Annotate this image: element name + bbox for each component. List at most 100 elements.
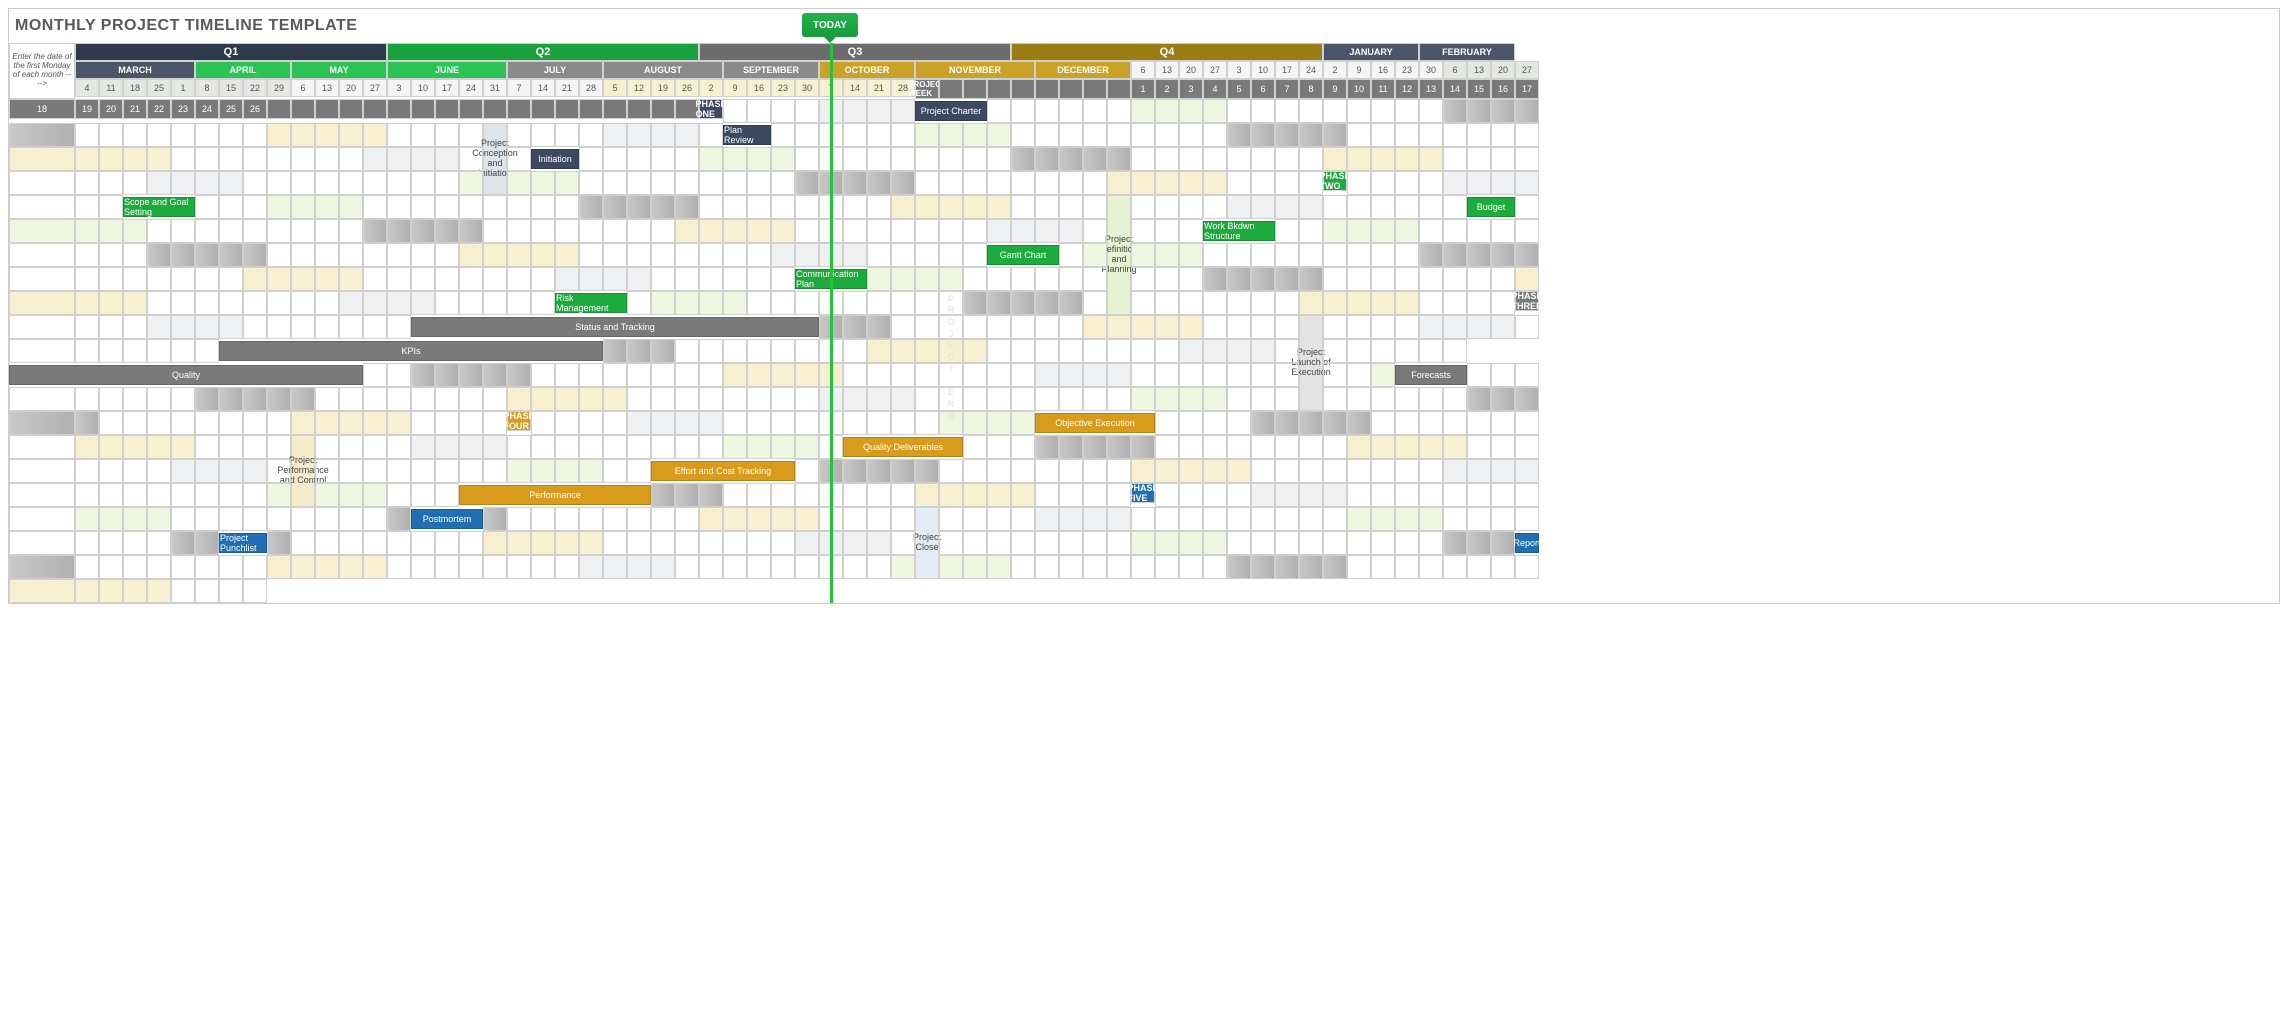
gantt-bar[interactable]: Forecasts [1395, 365, 1467, 385]
gantt-bar[interactable]: Objective Execution [1035, 413, 1155, 433]
grid-cell [531, 195, 555, 219]
grid-cell [699, 195, 723, 219]
gantt-bar[interactable]: Gantt Chart [987, 245, 1059, 265]
gantt-bar[interactable]: Project Charter [915, 101, 987, 121]
grid-cell [603, 147, 627, 171]
gantt-bar[interactable]: Project Punchlist [219, 533, 267, 553]
grid-cell [147, 243, 171, 267]
grid-cell [987, 387, 1011, 411]
grid-cell [1251, 363, 1275, 387]
gantt-bar[interactable]: Initiation [531, 149, 579, 169]
grid-cell [1251, 555, 1275, 579]
grid-cell [1419, 123, 1443, 147]
grid-cell [435, 171, 459, 195]
grid-cell [651, 339, 675, 363]
grid-cell [963, 291, 987, 315]
grid-cell [1299, 147, 1323, 171]
grid-cell [1515, 171, 1539, 195]
gantt-bar[interactable]: Effort and Cost Tracking [651, 461, 795, 481]
grid-cell [699, 363, 723, 387]
grid-cell [435, 147, 459, 171]
grid-cell [1347, 507, 1371, 531]
grid-cell [939, 123, 963, 147]
grid-cell [1395, 315, 1419, 339]
grid-cell [195, 555, 219, 579]
grid-cell [939, 147, 963, 171]
gantt-bar[interactable]: Plan Review [723, 125, 771, 145]
grid-cell [1323, 267, 1347, 291]
grid-cell [363, 435, 387, 459]
grid-cell [123, 579, 147, 603]
gantt-bar[interactable]: KPIs [219, 341, 603, 361]
grid-cell [459, 219, 483, 243]
day-header: 20 [1491, 61, 1515, 79]
grid-cell [1179, 411, 1203, 435]
grid-cell [1347, 267, 1371, 291]
grid-cell [435, 483, 459, 507]
grid-cell [1299, 243, 1323, 267]
grid-cell [75, 123, 99, 147]
grid-cell [9, 411, 75, 435]
grid-cell [1035, 363, 1059, 387]
gantt-bar[interactable]: Quality Deliverables [843, 437, 963, 457]
grid-cell [1443, 459, 1467, 483]
day-header: 21 [555, 79, 579, 97]
grid-cell [843, 195, 867, 219]
grid-cell [795, 411, 819, 435]
grid-cell [555, 195, 579, 219]
grid-cell [1227, 99, 1251, 123]
grid-cell [987, 507, 1011, 531]
grid-cell [1491, 507, 1515, 531]
grid-cell [1155, 267, 1179, 291]
grid-cell [747, 387, 771, 411]
grid-cell [315, 459, 339, 483]
grid-cell [1347, 339, 1371, 363]
gantt-bar[interactable]: Risk Management [555, 293, 627, 313]
grid-cell [387, 171, 411, 195]
project-week-cell [291, 99, 315, 119]
grid-cell [1395, 531, 1419, 555]
grid-cell [1107, 459, 1131, 483]
grid-cell [1083, 531, 1107, 555]
grid-cell [243, 435, 267, 459]
grid-cell [531, 531, 555, 555]
gantt-bar[interactable]: Report [1515, 533, 1539, 553]
grid-cell [195, 171, 219, 195]
grid-cell [243, 195, 267, 219]
grid-cell [1251, 339, 1275, 363]
grid-cell [219, 291, 243, 315]
gantt-bar[interactable]: Work Bkdwn Structure [1203, 221, 1275, 241]
grid-cell [1227, 267, 1251, 291]
grid-cell [1443, 171, 1467, 195]
grid-cell [339, 459, 363, 483]
grid-cell [99, 435, 123, 459]
grid-cell [723, 339, 747, 363]
grid-cell [267, 195, 291, 219]
grid-cell [219, 555, 243, 579]
grid-cell [579, 171, 603, 195]
grid-cell [459, 171, 483, 195]
gantt-bar[interactable]: Performance [459, 485, 651, 505]
grid-cell [987, 99, 1011, 123]
grid-cell [435, 387, 459, 411]
grid-cell [339, 243, 363, 267]
gantt-bar[interactable]: Status and Tracking [411, 317, 819, 337]
gantt-bar[interactable]: Scope and Goal Setting [123, 197, 195, 217]
grid-cell [459, 435, 483, 459]
grid-cell [387, 435, 411, 459]
grid-cell [579, 123, 603, 147]
grid-cell [507, 219, 531, 243]
grid-cell [795, 363, 819, 387]
grid-cell [963, 171, 987, 195]
grid-cell [1131, 435, 1155, 459]
gantt-bar[interactable]: Quality [9, 365, 363, 385]
gantt-bar[interactable]: Postmortem [411, 509, 483, 529]
grid-cell [243, 123, 267, 147]
gantt-bar[interactable]: Budget [1467, 197, 1515, 217]
grid-cell [1323, 339, 1347, 363]
grid-cell [1107, 531, 1131, 555]
grid-cell [1011, 195, 1035, 219]
grid-cell [1275, 243, 1299, 267]
project-week-cell: 7 [1275, 79, 1299, 99]
grid-cell [1467, 123, 1491, 147]
